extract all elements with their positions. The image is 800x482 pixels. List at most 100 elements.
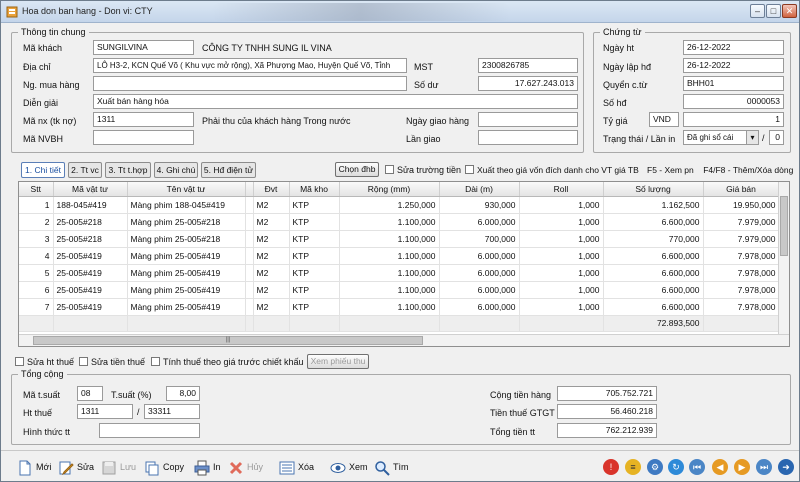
table-cell[interactable]: 4 (19, 247, 54, 265)
grid-column-header[interactable]: Mã vật tư (53, 182, 128, 197)
table-cell[interactable]: Màng phim 25-005#419 (127, 281, 246, 299)
table-cell[interactable] (245, 196, 254, 214)
table-cell[interactable]: Màng phim 25-005#419 (127, 298, 246, 316)
view-button[interactable]: Xem (330, 457, 368, 477)
vertical-scrollbar[interactable] (778, 182, 789, 334)
table-cell[interactable]: 25-005#419 (53, 264, 128, 282)
table-cell[interactable]: 1.162,500 (603, 196, 704, 214)
table-cell[interactable]: 6.000,000 (439, 298, 520, 316)
table-cell[interactable]: Màng phim 25-005#218 (127, 230, 246, 248)
table-cell[interactable]: 25-005#419 (53, 281, 128, 299)
table-cell[interactable]: 1.100,000 (339, 281, 440, 299)
tax-code-rate-field[interactable]: 08 (77, 386, 103, 401)
delete-button[interactable]: Xóa (279, 457, 314, 477)
table-cell[interactable]: KTP (289, 196, 340, 214)
detail-grid[interactable]: Stt Mã vật tư Tên vật tư Đvt Mã kho Rộng (mm)… (18, 181, 790, 347)
description-field[interactable]: Xuất bán hàng hóa (93, 94, 578, 109)
table-cell[interactable]: 1,000 (519, 264, 604, 282)
alert-icon[interactable]: ! (603, 459, 619, 475)
table-cell[interactable]: 7.978,000 (703, 281, 780, 299)
edit-tax-checkbox[interactable] (15, 357, 24, 366)
table-cell[interactable]: Màng phim 188-045#419 (127, 196, 246, 214)
table-cell[interactable]: 25-005#419 (53, 247, 128, 265)
table-cell[interactable]: 1,000 (519, 247, 604, 265)
tab-detail[interactable]: 1. Chi tiết (21, 162, 65, 178)
save-button[interactable]: Lưu (101, 457, 136, 477)
table-cell[interactable]: 1.100,000 (339, 230, 440, 248)
invoice-date-field[interactable]: 26-12-2022 (683, 58, 784, 73)
table-cell[interactable]: 25-005#218 (53, 230, 128, 248)
table-cell[interactable]: 7.978,000 (703, 247, 780, 265)
table-cell[interactable]: 3 (19, 230, 54, 248)
grid-column-header[interactable]: Số lượng (603, 182, 704, 197)
table-cell[interactable]: 25-005#419 (53, 298, 128, 316)
account-field[interactable]: 1311 (93, 112, 194, 127)
choose-order-button[interactable]: Chọn đhb (335, 162, 379, 177)
close-button[interactable]: ✕ (782, 4, 797, 18)
first-record-icon[interactable]: ⏮ (689, 459, 705, 475)
table-cell[interactable]: 1,000 (519, 298, 604, 316)
table-cell[interactable]: 1.250,000 (339, 196, 440, 214)
table-row[interactable]: 7 25-005#419 Màng phim 25-005#419 M2 KTP 1.10… (19, 298, 780, 316)
gear-icon[interactable]: ⚙ (647, 459, 663, 475)
table-cell[interactable]: 7.979,000 (703, 230, 780, 248)
exit-icon[interactable]: ➜ (778, 459, 794, 475)
table-cell[interactable]: 1,000 (519, 281, 604, 299)
table-cell[interactable]: M2 (253, 281, 290, 299)
table-cell[interactable]: 6.600,000 (603, 298, 704, 316)
cancel-button[interactable]: Hủy (228, 457, 263, 477)
table-cell[interactable]: KTP (289, 281, 340, 299)
tax-account-debit-field[interactable]: 1311 (77, 404, 133, 419)
table-row[interactable]: 4 25-005#419 Màng phim 25-005#419 M2 KTP 1.10… (19, 247, 780, 265)
table-cell[interactable]: 930,000 (439, 196, 520, 214)
tax-code-field[interactable]: 2300826785 (478, 58, 578, 73)
table-row[interactable]: 1 188-045#419 Màng phim 188-045#419 M2 KTP 1.… (19, 196, 780, 214)
table-cell[interactable]: 6.000,000 (439, 213, 520, 231)
table-cell[interactable]: 1,000 (519, 196, 604, 214)
horizontal-scroll-thumb[interactable]: ||| (33, 336, 423, 345)
status-select[interactable]: Đã ghi sổ cái (683, 130, 759, 145)
invoice-no-field[interactable]: 0000053 (683, 94, 784, 109)
grid-column-header[interactable] (245, 182, 254, 197)
table-row[interactable]: 5 25-005#419 Màng phim 25-005#419 M2 KTP 1.10… (19, 264, 780, 282)
table-cell[interactable]: 6.000,000 (439, 281, 520, 299)
grid-column-header[interactable]: Giá bán (703, 182, 780, 197)
table-row[interactable]: 6 25-005#419 Màng phim 25-005#419 M2 KTP 1.10… (19, 281, 780, 299)
table-cell[interactable]: M2 (253, 213, 290, 231)
table-cell[interactable]: M2 (253, 247, 290, 265)
edit-button[interactable]: Sửa (58, 457, 94, 477)
table-cell[interactable] (245, 281, 254, 299)
grid-column-header[interactable]: Roll (519, 182, 604, 197)
voucher-date-field[interactable]: 26-12-2022 (683, 40, 784, 55)
tax-before-discount-checkbox[interactable] (151, 357, 160, 366)
find-button[interactable]: Tìm (374, 457, 409, 477)
table-cell[interactable]: 1.100,000 (339, 298, 440, 316)
table-cell[interactable]: Màng phim 25-005#419 (127, 264, 246, 282)
notes-icon[interactable]: ≡ (625, 459, 641, 475)
rate-field[interactable]: 1 (683, 112, 784, 127)
new-button[interactable]: Mới (17, 457, 51, 477)
staff-field[interactable] (93, 130, 194, 145)
table-cell[interactable]: 6 (19, 281, 54, 299)
edit-tax-amount-checkbox[interactable] (79, 357, 88, 366)
table-cell[interactable] (245, 264, 254, 282)
table-cell[interactable]: M2 (253, 230, 290, 248)
tab-e-invoice[interactable]: 5. Hđ điện tử (201, 162, 256, 178)
grid-column-header[interactable]: Tên vật tư (127, 182, 246, 197)
export-cost-checkbox[interactable] (465, 165, 474, 174)
address-field[interactable]: LÔ H3-2, KCN Quế Võ ( Khu vực mở rộng), … (93, 58, 407, 73)
buyer-field[interactable] (93, 76, 407, 91)
table-cell[interactable]: 6.000,000 (439, 247, 520, 265)
table-cell[interactable]: Màng phim 25-005#419 (127, 247, 246, 265)
table-cell[interactable]: KTP (289, 298, 340, 316)
grid-column-header[interactable]: Mã kho (289, 182, 340, 197)
copy-button[interactable]: Copy (144, 457, 184, 477)
grid-column-header[interactable]: Rộng (mm) (339, 182, 440, 197)
table-cell[interactable] (245, 213, 254, 231)
table-cell[interactable]: KTP (289, 230, 340, 248)
table-cell[interactable]: 6.600,000 (603, 264, 704, 282)
table-cell[interactable]: 2 (19, 213, 54, 231)
previous-record-icon[interactable]: ◀ (712, 459, 728, 475)
table-cell[interactable]: 700,000 (439, 230, 520, 248)
table-cell[interactable] (245, 247, 254, 265)
